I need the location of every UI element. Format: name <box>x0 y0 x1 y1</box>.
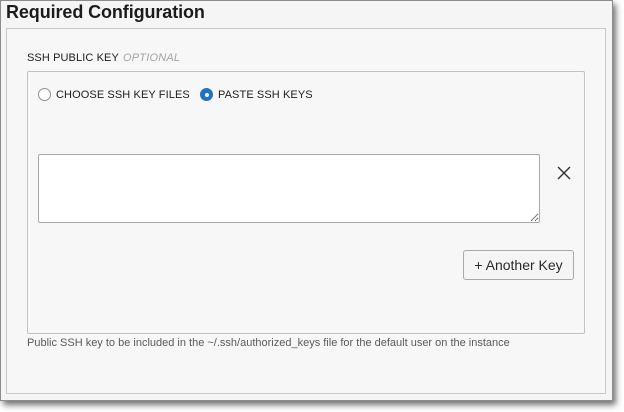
ssh-key-help-text: Public SSH key to be included in the ~/.… <box>27 337 510 349</box>
ssh-key-textarea[interactable] <box>38 154 540 223</box>
radio-choose-ssh-key-files[interactable]: CHOOSE SSH KEY FILES <box>38 88 190 101</box>
remove-key-button[interactable] <box>552 161 576 185</box>
radio-label-choose-files: CHOOSE SSH KEY FILES <box>56 88 190 101</box>
add-another-key-button[interactable]: + Another Key <box>463 250 574 280</box>
section-title: Required Configuration <box>6 2 205 22</box>
ssh-public-key-label: SSH PUBLIC KEY <box>27 52 119 64</box>
radio-label-paste-keys: PASTE SSH KEYS <box>218 88 313 101</box>
radio-checked-icon <box>200 88 213 101</box>
close-icon <box>557 166 571 180</box>
radio-paste-ssh-keys[interactable]: PASTE SSH KEYS <box>200 88 313 101</box>
radio-unchecked-icon <box>38 88 51 101</box>
optional-tag: OPTIONAL <box>123 52 181 64</box>
